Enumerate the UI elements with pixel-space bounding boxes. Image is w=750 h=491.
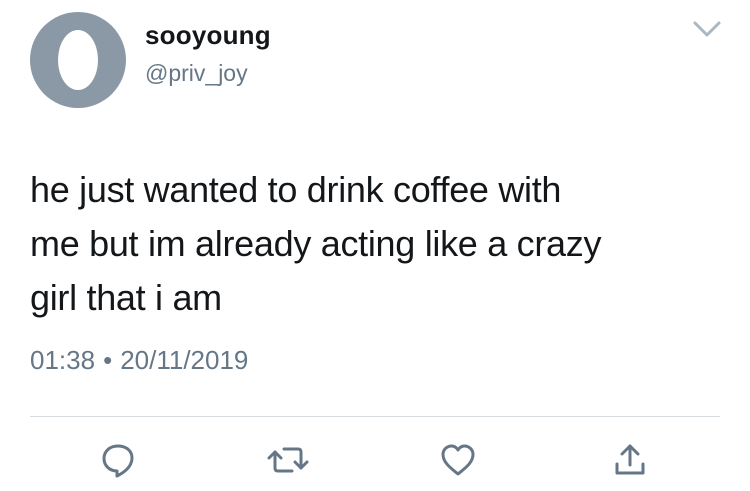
share-button[interactable] bbox=[608, 438, 652, 482]
tweet-date: 20/11/2019 bbox=[120, 345, 249, 375]
tweet-text-line: girl that i am bbox=[30, 277, 222, 318]
divider bbox=[30, 416, 720, 417]
tweet-text: he just wanted to drink coffee with me b… bbox=[30, 163, 720, 325]
retweet-button[interactable] bbox=[266, 438, 310, 482]
tweet-time: 01:38 bbox=[30, 345, 96, 375]
tweet-timestamp[interactable]: 01:38 • 20/11/2019 bbox=[30, 345, 248, 376]
tweet-text-line: me but im already acting like a crazy bbox=[30, 223, 602, 264]
action-bar bbox=[0, 438, 750, 484]
tweet-text-line: he just wanted to drink coffee with bbox=[30, 169, 562, 210]
chevron-down-icon[interactable] bbox=[692, 18, 722, 40]
tweet-card: sooyoung @priv_joy he just wanted to dri… bbox=[0, 0, 750, 491]
retweet-icon bbox=[267, 447, 309, 473]
reply-button[interactable] bbox=[96, 438, 140, 482]
display-name[interactable]: sooyoung bbox=[145, 20, 271, 51]
avatar-placeholder-egg bbox=[58, 30, 98, 90]
like-button[interactable] bbox=[436, 438, 480, 482]
avatar[interactable] bbox=[30, 12, 126, 108]
share-icon bbox=[615, 444, 645, 475]
user-handle[interactable]: @priv_joy bbox=[145, 60, 248, 87]
separator-dot: • bbox=[103, 345, 113, 375]
heart-icon bbox=[441, 444, 475, 476]
reply-icon bbox=[102, 444, 134, 478]
